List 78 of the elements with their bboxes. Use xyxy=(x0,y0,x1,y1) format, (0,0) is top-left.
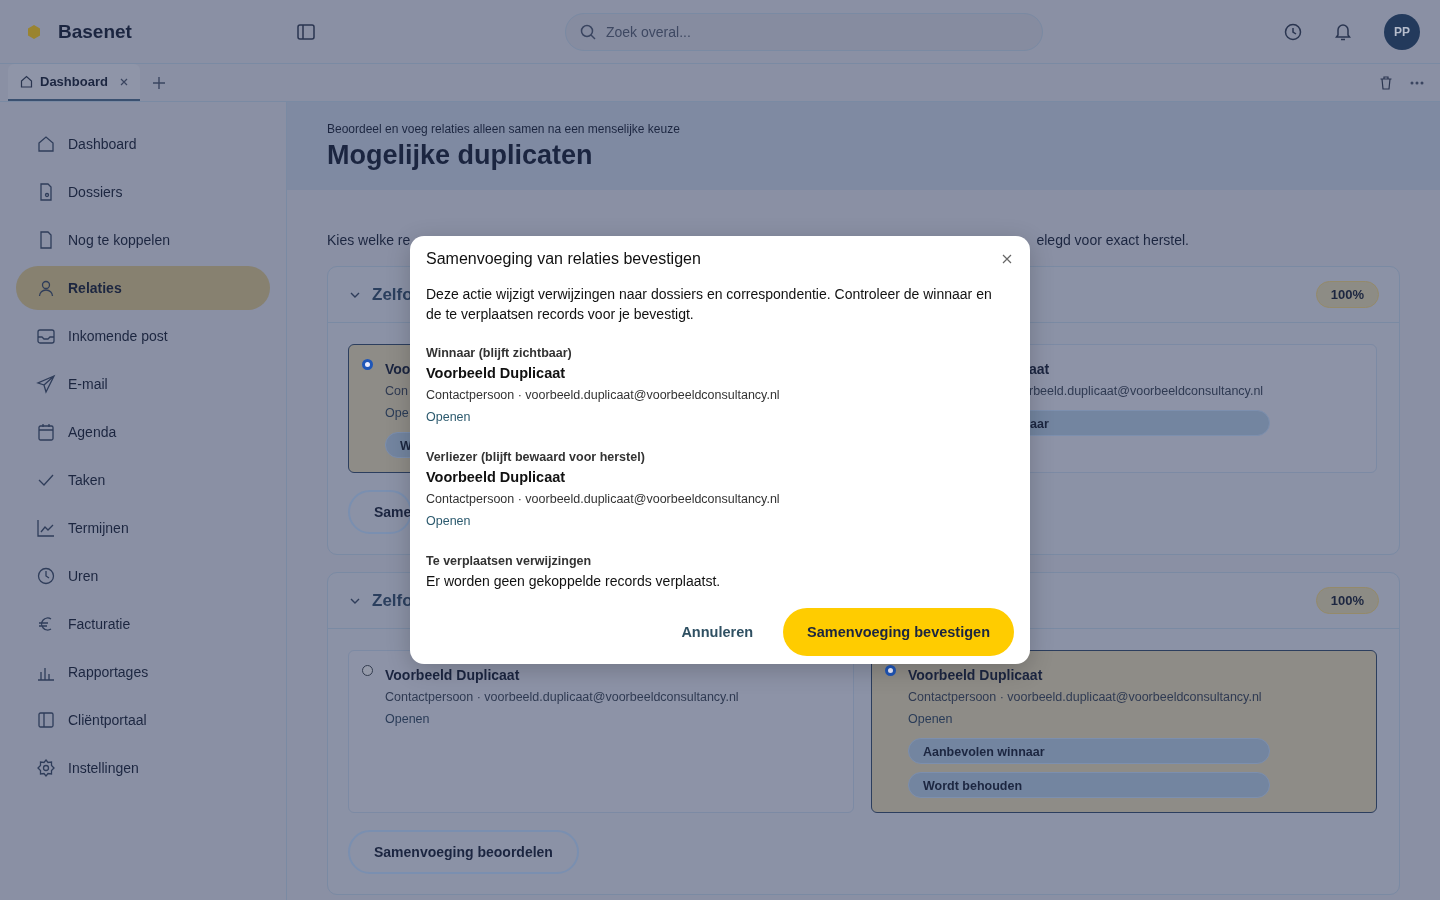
open-link[interactable]: Ope xyxy=(385,402,409,424)
nav-icon xyxy=(36,326,56,346)
sidebar-item[interactable]: Instellingen xyxy=(16,746,270,790)
cancel-button[interactable]: Annuleren xyxy=(675,623,760,641)
match-badge: 100% xyxy=(1315,281,1379,308)
review-merge-button[interactable]: Samenvoeging beoordelen xyxy=(348,830,579,874)
candidate-name: aat xyxy=(1029,360,1051,379)
candidate-card[interactable]: Voorbeeld Duplicaat Contactpersoon · voorbeeld.duplicaat@voorbeeldconsultancy.nl Openen xyxy=(348,650,854,813)
sidebar-item[interactable]: Termijnen xyxy=(16,506,270,550)
search-field[interactable]: Zoek overal... xyxy=(565,12,1043,51)
sidebar-item[interactable]: Facturatie xyxy=(16,602,270,646)
tab-label: Dashboard xyxy=(40,74,108,89)
intro-text: Kies welke re xyxy=(327,232,411,248)
sidebar-item[interactable]: Agenda xyxy=(16,410,270,454)
sidebar-item[interactable]: Dashboard xyxy=(16,122,270,166)
candidate-name: Voo xyxy=(385,360,411,379)
nav-icon xyxy=(36,566,56,586)
record-meta: Contactpersoon · voorbeeld.duplicaat@voorbeeldconsultancy.nl xyxy=(426,387,781,404)
nav-icon xyxy=(36,758,56,778)
sidebar-item[interactable]: Relaties xyxy=(16,266,270,310)
add-tab-icon[interactable] xyxy=(152,76,165,89)
dialog-text: Deze actie wijzigt verwijzingen naar dossiers en correspondentie. Controleer de winnaar en de te verplaatsen records voor je bevestigt. xyxy=(426,285,993,324)
sidebar-item[interactable]: Inkomende post xyxy=(16,314,270,358)
candidate-name: Voorbeeld Duplicaat xyxy=(385,666,521,685)
record-name: Voorbeeld Duplicaat xyxy=(426,364,567,383)
trash-icon[interactable] xyxy=(1380,75,1392,90)
candidate-meta: rbeeld.duplicaat@voorbeeldconsultancy.nl xyxy=(1029,383,1265,400)
nav-icon xyxy=(36,518,56,538)
intro-text: elegd voor exact herstel. xyxy=(1036,232,1189,248)
sidebar-item[interactable]: Taken xyxy=(16,458,270,502)
nav-icon xyxy=(36,134,56,154)
bell-icon[interactable] xyxy=(1334,22,1352,41)
candidate-card[interactable]: Voorbeeld Duplicaat Contactpersoon · voorbeeld.duplicaat@voorbeeldconsultancy.nl Openen Aanbevolen winnaar Wordt behouden xyxy=(871,650,1377,813)
chevron-icon[interactable] xyxy=(350,597,360,604)
section-label: Winnaar (blijft zichtbaar) xyxy=(426,345,573,362)
nav-icon xyxy=(36,422,56,442)
sidebar-item[interactable]: Cliëntportaal xyxy=(16,698,270,742)
chevron-icon[interactable] xyxy=(350,291,360,298)
nav-icon xyxy=(36,278,56,298)
open-link[interactable]: Openen xyxy=(426,510,1014,532)
radio-button[interactable] xyxy=(362,359,373,370)
status-chip: aar xyxy=(1029,410,1270,436)
app-name: Basenet xyxy=(58,20,132,43)
record-meta: Contactpersoon · voorbeeld.duplicaat@voorbeeldconsultancy.nl xyxy=(426,491,781,508)
nav-icon xyxy=(36,710,56,730)
clock-icon[interactable] xyxy=(1284,22,1302,41)
page-subtitle: Beoordeel en voeg relaties alleen samen na een menselijke keuze xyxy=(327,122,681,136)
tab[interactable]: Dashboard xyxy=(8,64,140,101)
sidebar-item[interactable]: Dossiers xyxy=(16,170,270,214)
radio-button[interactable] xyxy=(362,665,373,676)
section-label: Te verplaatsen verwijzingen xyxy=(426,553,593,570)
candidate-meta: Con xyxy=(385,383,408,400)
page-title: Mogelijke duplicaten xyxy=(327,140,594,171)
open-link[interactable]: Openen xyxy=(908,708,1270,730)
more-icon[interactable] xyxy=(1410,80,1424,85)
candidate-meta: Contactpersoon · voorbeeld.duplicaat@voorbeeldconsultancy.nl xyxy=(908,689,1263,706)
sidebar-item[interactable]: Rapportages xyxy=(16,650,270,694)
sidebar-toggle-icon[interactable] xyxy=(297,23,315,40)
status-chip: Wordt behouden xyxy=(908,772,1270,798)
nav-icon xyxy=(36,374,56,394)
home-icon xyxy=(20,75,33,88)
dialog-title: Samenvoeging van relaties bevestigen xyxy=(426,250,701,268)
match-badge: 100% xyxy=(1315,587,1379,614)
sidebar-item[interactable]: Nog te koppelen xyxy=(16,218,270,262)
sidebar-item[interactable]: Uren xyxy=(16,554,270,598)
section-label: Verliezer (blijft bewaard voor herstel) xyxy=(426,449,646,466)
section-text: Er worden geen gekoppelde records verplaatst. xyxy=(426,572,722,591)
candidate-meta: Contactpersoon · voorbeeld.duplicaat@voorbeeldconsultancy.nl xyxy=(385,689,740,706)
close-icon[interactable] xyxy=(119,77,128,86)
sidebar-item[interactable]: E-mail xyxy=(16,362,270,406)
open-link[interactable]: Openen xyxy=(385,708,747,730)
confirm-button[interactable]: Samenvoeging bevestigen xyxy=(783,608,1014,656)
status-chip: Aanbevolen winnaar xyxy=(908,738,1270,764)
record-name: Voorbeeld Duplicaat xyxy=(426,468,567,487)
candidate-name: Voorbeeld Duplicaat xyxy=(908,666,1044,685)
logo-icon xyxy=(27,24,41,39)
close-icon[interactable] xyxy=(1002,254,1012,264)
user-avatar[interactable]: PP xyxy=(1384,13,1420,50)
